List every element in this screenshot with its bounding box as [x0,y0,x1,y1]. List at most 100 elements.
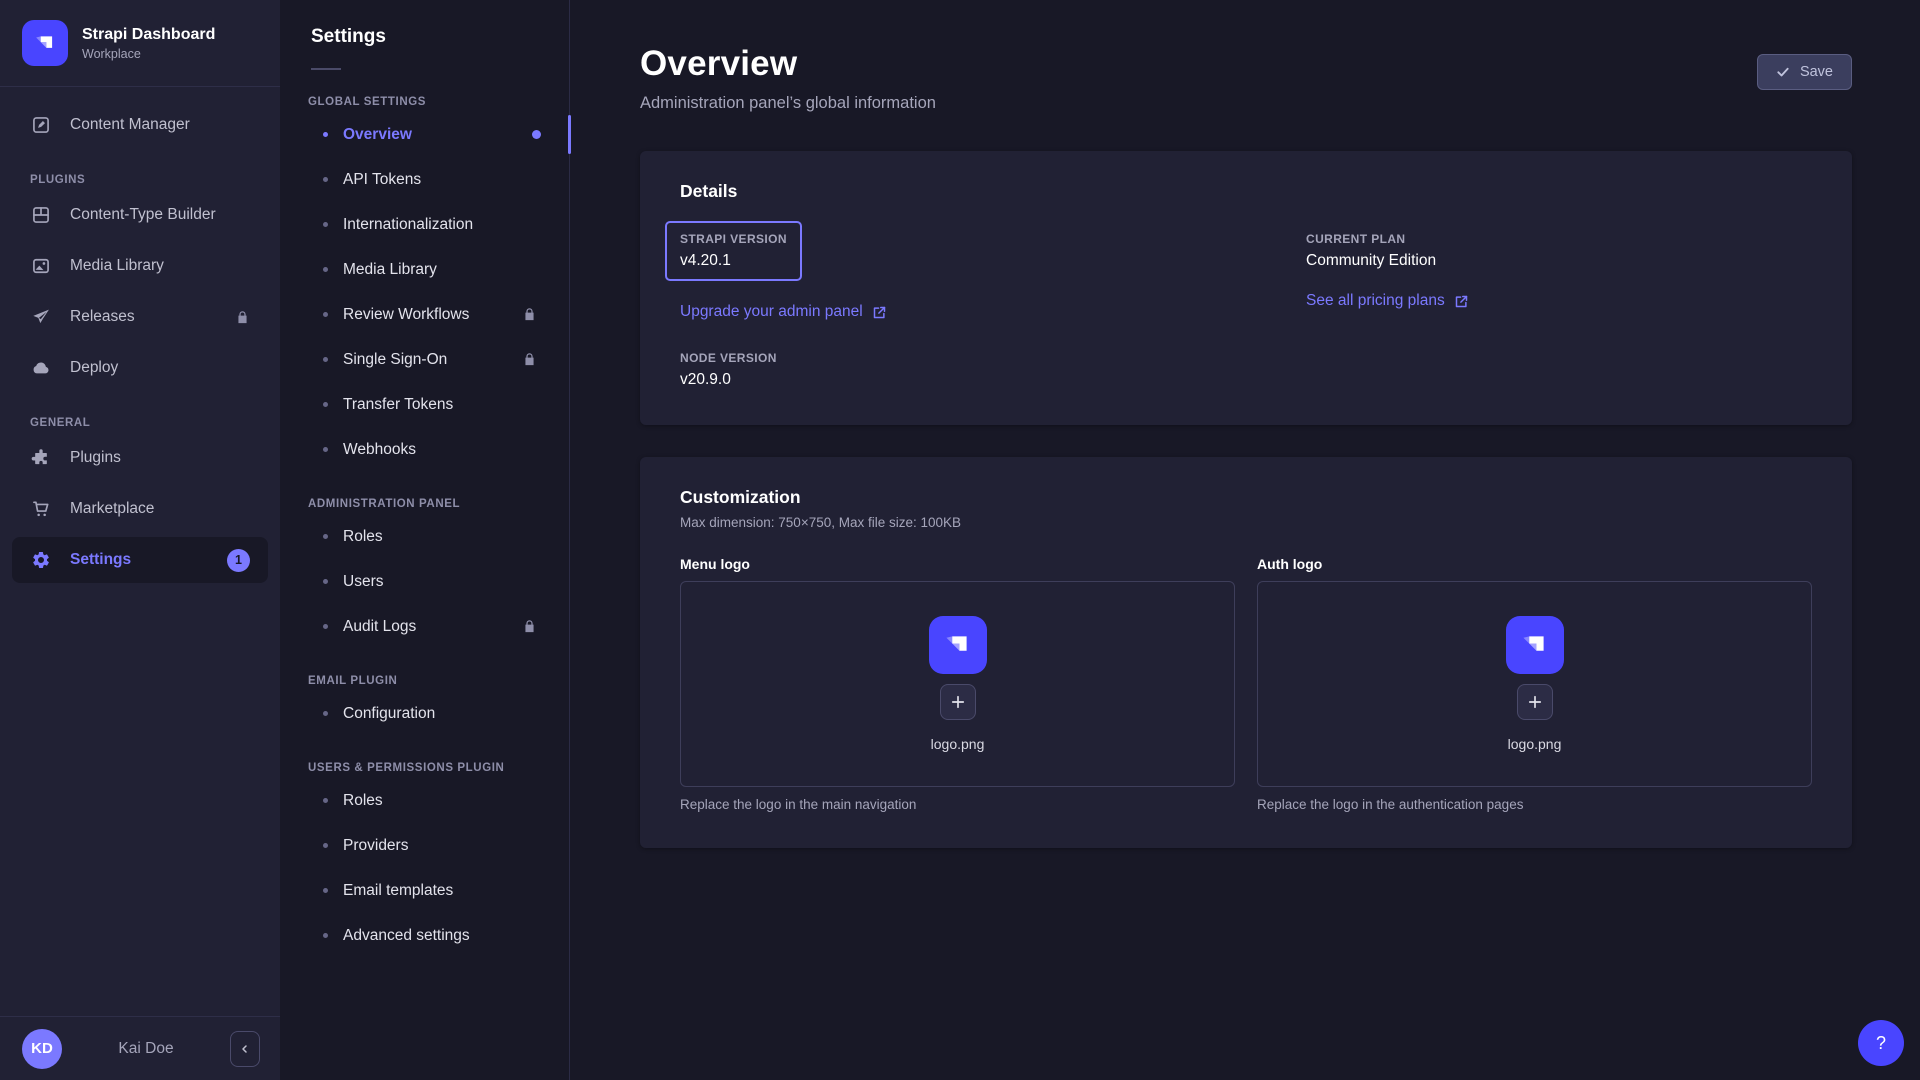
strapi-version-value: v4.20.1 [680,252,787,270]
subnav-item-label: Audit Logs [343,618,416,636]
workspace-title: Strapi Dashboard [82,26,215,44]
plus-icon [1526,693,1544,711]
subnav-item-label: Roles [343,528,383,546]
releases-icon [30,306,52,328]
bullet-icon [323,447,328,452]
bullet-icon [323,579,328,584]
lock-icon [522,352,537,367]
sidebar-item-label: Deploy [70,359,118,377]
main-content: Overview Administration panel’s global i… [570,0,1920,1080]
subnav-item-label: Overview [343,126,412,144]
page-subtitle: Administration panel’s global informatio… [640,94,936,113]
check-icon [1776,65,1790,79]
lock-icon [522,307,537,322]
subnav-item-review-workflows[interactable]: Review Workflows [280,292,569,337]
subnav-item-label: Media Library [343,261,437,279]
sidebar-item-content-manager[interactable]: Content Manager [12,102,268,148]
auth-logo-dropzone[interactable]: logo.png [1257,581,1812,787]
save-button[interactable]: Save [1757,54,1852,90]
node-version-value: v20.9.0 [680,371,1186,389]
notification-badge: 1 [227,549,250,572]
pricing-plans-link[interactable]: See all pricing plans [1306,292,1469,310]
node-version-label: NODE VERSION [680,351,1186,365]
sidebar-item-content-type-builder[interactable]: Content-Type Builder [12,192,268,238]
workspace-brand[interactable]: Strapi Dashboard Workplace [0,0,280,87]
strapi-logo-icon [1506,616,1564,674]
sidebar-item-label: Content-Type Builder [70,206,216,224]
content-manager-icon [30,114,52,136]
subnav-item-roles[interactable]: Roles [280,778,569,823]
user-name: Kai Doe [74,1040,218,1058]
bullet-icon [323,933,328,938]
sidebar-item-marketplace[interactable]: Marketplace [12,486,268,532]
sidebar-item-label: Content Manager [70,116,190,134]
strapi-logo-icon [929,616,987,674]
lock-icon [522,619,537,634]
bullet-icon [323,312,328,317]
subnav-item-single-sign-on[interactable]: Single Sign-On [280,337,569,382]
subnav-item-media-library[interactable]: Media Library [280,247,569,292]
settings-icon [30,549,52,571]
bullet-icon [323,402,328,407]
lock-icon [235,310,250,325]
sidebar-item-label: Settings [70,551,131,569]
page-header: Overview Administration panel’s global i… [640,44,1852,113]
menu-logo-label: Menu logo [680,556,1235,572]
sidebar-item-settings[interactable]: Settings 1 [12,537,268,583]
active-item-indicator [568,115,571,154]
external-link-icon [872,305,887,320]
subnav-item-users[interactable]: Users [280,559,569,604]
subnav-item-configuration[interactable]: Configuration [280,691,569,736]
menu-logo-caption: Replace the logo in the main navigation [680,797,1235,812]
notification-dot [532,130,541,139]
sidebar-item-media-library[interactable]: Media Library [12,243,268,289]
subnav-sections: GLOBAL SETTINGS Overview API TokensInterna… [280,96,569,958]
subnav-item-label: Providers [343,837,408,855]
deploy-icon [30,357,52,379]
marketplace-icon [30,498,52,520]
subnav-item-label: Transfer Tokens [343,396,453,414]
sidebar-item-label: Media Library [70,257,164,275]
subnav-item-api-tokens[interactable]: API Tokens [280,157,569,202]
bullet-icon [323,888,328,893]
subnav-item-label: Users [343,573,383,591]
customization-title: Customization [680,487,1812,508]
subnav-item-label: Roles [343,792,383,810]
sidebar-item-deploy[interactable]: Deploy [12,345,268,391]
avatar[interactable]: KD [22,1029,62,1069]
subnav-section-header-global-settings: GLOBAL SETTINGS [308,96,541,108]
subnav-item-email-templates[interactable]: Email templates [280,868,569,913]
plus-icon [949,693,967,711]
subnav-item-label: Single Sign-On [343,351,447,369]
menu-logo-dropzone[interactable]: logo.png [680,581,1235,787]
external-link-icon [1454,294,1469,309]
workspace-subtitle: Workplace [82,47,215,61]
subnav-item-label: Review Workflows [343,306,469,324]
add-logo-button[interactable] [940,684,976,720]
subnav-item-transfer-tokens[interactable]: Transfer Tokens [280,382,569,427]
help-button[interactable]: ? [1858,1020,1904,1066]
sidebar-section-header-plugins: PLUGINS [30,174,250,186]
add-logo-button[interactable] [1517,684,1553,720]
details-card: Details STRAPI VERSION v4.20.1 Upgrade y… [640,151,1852,425]
sidebar-item-releases[interactable]: Releases [12,294,268,340]
subnav-item-roles[interactable]: Roles [280,514,569,559]
upgrade-admin-panel-link[interactable]: Upgrade your admin panel [680,303,887,321]
sidebar-nav: Content Manager PLUGINS Content-Type Build… [0,87,280,1016]
subnav-item-audit-logs[interactable]: Audit Logs [280,604,569,649]
media-library-icon [30,255,52,277]
subnav-section-header-users-permissions-plugin: USERS & PERMISSIONS PLUGIN [308,762,541,774]
sidebar-user-area: KD Kai Doe [0,1016,280,1080]
subnav-item-internationalization[interactable]: Internationalization [280,202,569,247]
subnav-item-overview[interactable]: Overview [280,112,569,157]
sidebar-item-plugins[interactable]: Plugins [12,435,268,481]
subnav-item-webhooks[interactable]: Webhooks [280,427,569,472]
current-plan-value: Community Edition [1306,252,1812,270]
strapi-logo-icon [22,20,68,66]
sidebar-collapse-button[interactable] [230,1031,260,1067]
subnav-item-providers[interactable]: Providers [280,823,569,868]
menu-logo-filename: logo.png [931,736,985,752]
sidebar-section-header-general: GENERAL [30,417,250,429]
subnav-item-advanced-settings[interactable]: Advanced settings [280,913,569,958]
subnav-item-label: Configuration [343,705,435,723]
